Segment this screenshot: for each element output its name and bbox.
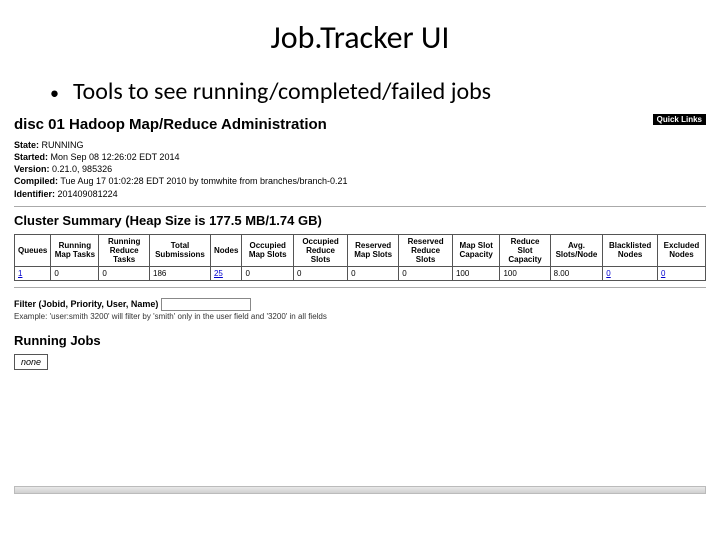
table-row: 1 0 0 186 25 0 0 0 0 100 100 8.00 0 0 [15, 266, 706, 280]
cluster-summary-table: Queues Running Map Tasks Running Reduce … [14, 234, 706, 281]
cell-reduce-cap: 100 [500, 266, 550, 280]
page-title: disc 01 Hadoop Map/Reduce Administration [14, 116, 706, 133]
filter-input[interactable] [161, 298, 251, 311]
meta-identifier: Identifier: 201409081224 [14, 188, 706, 200]
col-queues: Queues [15, 234, 51, 266]
col-occupied-map: Occupied Map Slots [242, 234, 294, 266]
quick-links-button[interactable]: Quick Links [653, 114, 706, 125]
col-reserved-reduce: Reserved Reduce Slots [399, 234, 453, 266]
col-running-reduce: Running Reduce Tasks [99, 234, 150, 266]
meta-compiled: Compiled: Tue Aug 17 01:02:28 EDT 2010 b… [14, 175, 706, 187]
blacklisted-link[interactable]: 0 [606, 269, 610, 278]
filter-label: Filter (Jobid, Priority, User, Name) [14, 299, 158, 309]
col-running-map: Running Map Tasks [51, 234, 99, 266]
divider [14, 287, 706, 288]
col-nodes: Nodes [210, 234, 241, 266]
col-total-submissions: Total Submissions [150, 234, 211, 266]
cell-map-cap: 100 [452, 266, 500, 280]
running-jobs-heading: Running Jobs [14, 333, 706, 348]
nodes-link[interactable]: 25 [214, 269, 223, 278]
cell-total-sub: 186 [150, 266, 211, 280]
col-occupied-reduce: Occupied Reduce Slots [293, 234, 347, 266]
queues-link[interactable]: 1 [18, 269, 22, 278]
col-map-capacity: Map Slot Capacity [452, 234, 500, 266]
col-excluded: Excluded Nodes [657, 234, 705, 266]
slide-bullet-text: Tools to see running/completed/failed jo… [73, 77, 491, 106]
col-reserved-map: Reserved Map Slots [348, 234, 399, 266]
col-avg-slots: Avg. Slots/Node [550, 234, 603, 266]
excluded-link[interactable]: 0 [661, 269, 665, 278]
filter-row: Filter (Jobid, Priority, User, Name) [14, 298, 706, 311]
divider [14, 206, 706, 207]
slide-title: Job.Tracker UI [0, 18, 720, 57]
col-reduce-capacity: Reduce Slot Capacity [500, 234, 550, 266]
running-jobs-none: none [14, 354, 48, 370]
meta-version: Version: 0.21.0, 985326 [14, 163, 706, 175]
table-header-row: Queues Running Map Tasks Running Reduce … [15, 234, 706, 266]
col-blacklisted: Blacklisted Nodes [603, 234, 658, 266]
meta-started: Started: Mon Sep 08 12:26:02 EDT 2014 [14, 151, 706, 163]
scrollbar-horizontal[interactable] [14, 486, 706, 494]
meta-state: State: RUNNING [14, 139, 706, 151]
cell-run-map: 0 [51, 266, 99, 280]
bullet-icon: • [50, 82, 59, 104]
cell-res-map: 0 [348, 266, 399, 280]
cell-occ-map: 0 [242, 266, 294, 280]
cell-res-reduce: 0 [399, 266, 453, 280]
cell-run-reduce: 0 [99, 266, 150, 280]
cluster-summary-heading: Cluster Summary (Heap Size is 177.5 MB/1… [14, 213, 706, 228]
slide-bullet-row: • Tools to see running/completed/failed j… [50, 77, 720, 106]
cell-occ-reduce: 0 [293, 266, 347, 280]
cell-avg-slots: 8.00 [550, 266, 603, 280]
filter-note: Example: 'user:smith 3200' will filter b… [14, 312, 706, 321]
jobtracker-panel: Quick Links disc 01 Hadoop Map/Reduce Ad… [14, 116, 706, 370]
